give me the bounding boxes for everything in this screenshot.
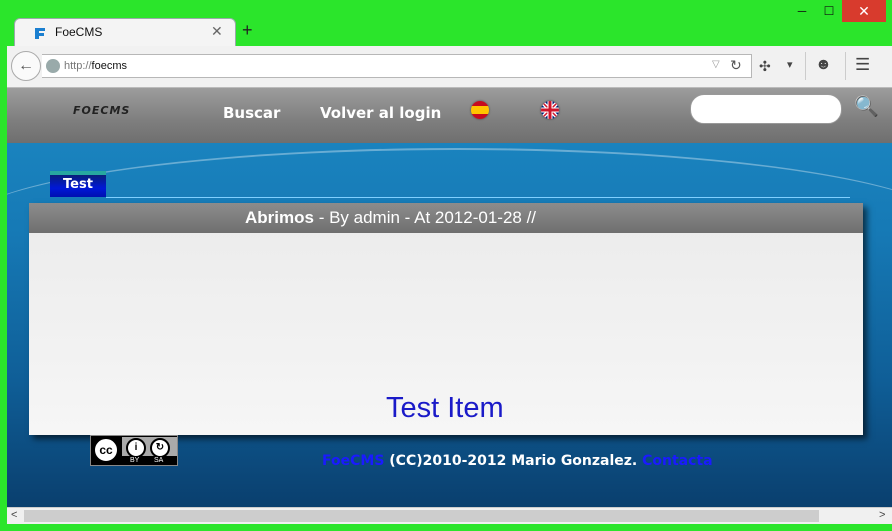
uk-flag-icon[interactable] [541, 101, 559, 119]
footer-brand-link[interactable]: FoeCMS [322, 453, 384, 469]
scrollbar-thumb[interactable] [24, 510, 819, 522]
back-button[interactable]: ← [11, 51, 41, 81]
close-window-button[interactable]: ✕ [842, 0, 886, 22]
post-header: Abrimos - By admin - At 2012-01-28 // [29, 203, 863, 233]
tab-title: FoeCMS [55, 25, 103, 39]
tab-divider [106, 197, 850, 198]
smiley-icon[interactable]: ☻ [815, 56, 832, 74]
nav-search-link[interactable]: Buscar [223, 104, 280, 122]
new-tab-button[interactable]: + [242, 20, 253, 41]
post-item-text: Test Item [386, 392, 504, 424]
cc-by-icon: i [126, 438, 146, 458]
post-card: Abrimos - By admin - At 2012-01-28 // Te… [29, 203, 863, 435]
globe-icon [46, 59, 60, 73]
scroll-right-icon[interactable]: > [879, 509, 885, 521]
reload-icon[interactable]: ↻ [730, 57, 742, 74]
cc-icon: cc [93, 437, 119, 463]
post-meta: - By admin - At 2012-01-28 // [313, 208, 537, 227]
page-favicon-icon [35, 28, 45, 39]
cc-sa-label: SA [154, 457, 164, 464]
url-text: http://foecms [64, 60, 127, 72]
toolbar-divider [845, 52, 846, 80]
site-footer: FoeCMS (CC)2010-2012 Mario Gonzalez. Con… [322, 453, 713, 469]
browser-tab[interactable]: FoeCMS ✕ [14, 18, 236, 46]
spanish-flag-icon[interactable] [471, 101, 489, 119]
browser-window: ─ ☐ ✕ FoeCMS ✕ + ← http://foecms ▽ ↻ ✣ ▾… [0, 0, 892, 531]
navigation-toolbar: ← http://foecms ▽ ↻ ✣ ▾ ☻ ☰ [7, 46, 892, 88]
scroll-left-icon[interactable]: < [11, 509, 17, 521]
search-icon[interactable]: 🔍 [854, 94, 879, 119]
addon-icon[interactable]: ✣ [759, 58, 771, 75]
minimize-button[interactable]: ─ [788, 0, 816, 22]
url-host: foecms [91, 60, 127, 72]
cc-sa-icon: ↻ [150, 438, 170, 458]
cc-license-badge[interactable]: cc i ↻ BY SA [90, 435, 178, 466]
page-content: FOECMS Buscar Volver al login 🔍 Test Abr… [7, 88, 892, 507]
close-tab-icon[interactable]: ✕ [211, 23, 223, 40]
site-search-input[interactable] [690, 94, 842, 124]
url-prefix: http:// [64, 60, 92, 72]
site-logo[interactable]: FOECMS [73, 104, 130, 117]
addon-dropdown-icon[interactable]: ▾ [787, 58, 793, 71]
menu-icon[interactable]: ☰ [855, 55, 870, 75]
footer-copyright: (CC)2010-2012 Mario Gonzalez. [384, 453, 643, 469]
cc-by-label: BY [130, 457, 140, 464]
post-title[interactable]: Abrimos [245, 208, 314, 227]
toolbar-divider [805, 52, 806, 80]
site-header: FOECMS Buscar Volver al login 🔍 [7, 88, 892, 143]
nav-login-link[interactable]: Volver al login [320, 104, 441, 122]
footer-contact-link[interactable]: Contacta [642, 453, 712, 469]
horizontal-scrollbar[interactable]: < > [7, 507, 892, 524]
history-dropdown-icon[interactable]: ▽ [712, 59, 720, 70]
tab-test[interactable]: Test [50, 171, 106, 197]
maximize-button[interactable]: ☐ [816, 0, 842, 22]
address-bar[interactable]: http://foecms ▽ ↻ [42, 54, 752, 78]
